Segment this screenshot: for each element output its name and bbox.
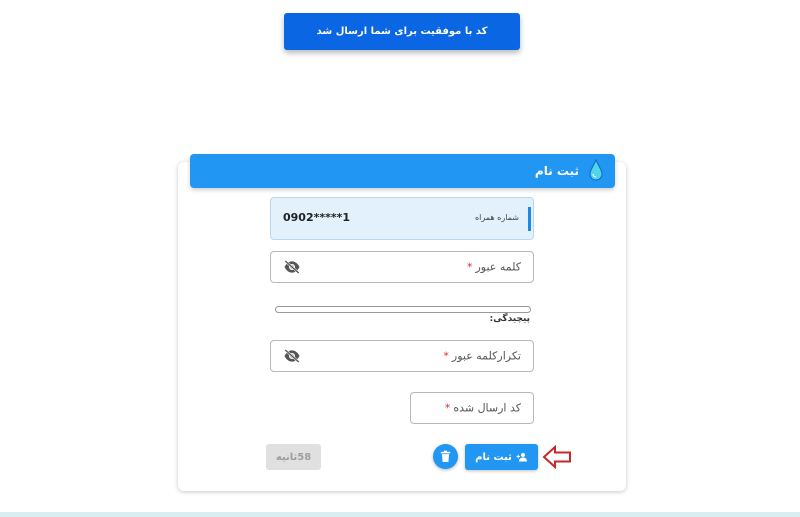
confirm-password-input[interactable]: تکرارکلمه عبور* — [270, 340, 534, 372]
password-strength-label: پیچیدگی: — [489, 314, 530, 324]
register-button-label: ثبت نام — [475, 451, 512, 463]
card-title: ثبت نام — [534, 164, 579, 178]
password-strength-bar — [275, 306, 531, 313]
confirm-password-label: تکرارکلمه عبور* — [443, 349, 521, 363]
resend-timer-label: 58ثانیه — [275, 451, 312, 463]
user-plus-icon — [516, 453, 527, 462]
resend-timer-button[interactable]: 58ثانیه — [266, 444, 321, 470]
password-input[interactable]: کلمه عبور* — [270, 251, 534, 283]
phone-value: 0902*****1 — [283, 211, 351, 224]
verification-code-input[interactable]: کد ارسال شده* — [410, 392, 534, 424]
phone-label: شماره همراه — [474, 213, 519, 222]
verification-code-label: کد ارسال شده* — [444, 401, 521, 415]
arrow-left-outline-icon — [542, 445, 571, 469]
bottom-band — [0, 512, 800, 517]
eye-off-icon[interactable] — [283, 260, 301, 274]
toast-message: کد با موفقیت برای شما ارسال شد — [316, 26, 488, 37]
delete-button[interactable] — [433, 444, 458, 469]
success-toast: کد با موفقیت برای شما ارسال شد — [284, 13, 520, 50]
phone-field-accent — [528, 207, 531, 231]
register-button[interactable]: ثبت نام — [465, 444, 538, 470]
password-label: کلمه عبور* — [466, 260, 521, 274]
phone-field: شماره همراه 0902*****1 — [270, 197, 534, 240]
drop-logo-icon — [589, 159, 603, 181]
trash-icon — [440, 450, 451, 462]
card-header: ثبت نام — [190, 154, 615, 188]
eye-off-icon[interactable] — [283, 349, 301, 363]
